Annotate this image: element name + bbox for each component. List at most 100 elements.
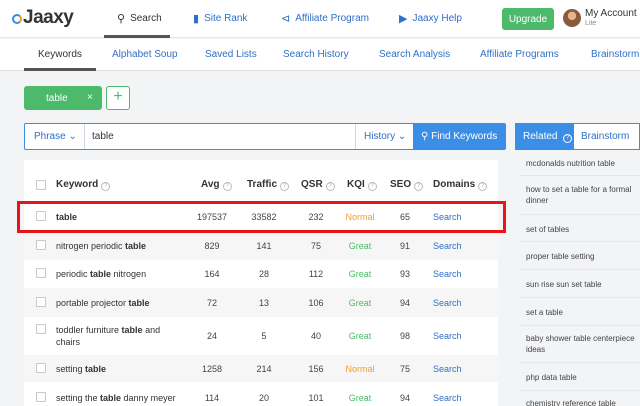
row-checkbox[interactable] bbox=[36, 363, 46, 373]
chevron-down-icon: ⌄ bbox=[397, 131, 407, 142]
seo-cell: 94 bbox=[399, 298, 410, 308]
bar-chart-icon: ▮ bbox=[193, 13, 200, 25]
traffic-cell: 28 bbox=[258, 269, 269, 279]
keyword-cell[interactable]: portable projector table bbox=[56, 297, 150, 309]
table-row[interactable]: portable projector table 72 13 106 Great… bbox=[24, 288, 498, 317]
tab-keywords[interactable]: Keywords bbox=[38, 49, 82, 60]
qsr-cell: 101 bbox=[308, 393, 324, 403]
table-row[interactable]: setting table 1258 214 156 Normal 75 Sea… bbox=[24, 355, 498, 382]
list-item[interactable]: mcdonalds nutrition table bbox=[520, 150, 640, 176]
search-bar: Phrase ⌄ History ⌄ ⚲ Find Keywords bbox=[24, 123, 506, 150]
col-header-traffic[interactable]: Traffic? bbox=[247, 179, 290, 191]
list-item[interactable]: chemistry reference table bbox=[520, 392, 640, 406]
kqi-cell: Normal bbox=[345, 364, 375, 374]
table-row[interactable]: setting the table danny meyer 114 20 101… bbox=[24, 383, 498, 406]
domains-search-link[interactable]: Search bbox=[433, 298, 462, 308]
help-icon[interactable]: ? bbox=[367, 182, 377, 191]
nav-affiliate-program[interactable]: ⊲ Affiliate Program bbox=[281, 12, 369, 25]
phrase-dropdown[interactable]: Phrase ⌄ bbox=[25, 124, 85, 149]
list-item[interactable]: php data table bbox=[520, 364, 640, 391]
help-icon[interactable]: ? bbox=[222, 182, 232, 191]
list-item[interactable]: baby shower table centerpiece ideas bbox=[520, 327, 640, 363]
row-checkbox[interactable] bbox=[36, 240, 46, 250]
kqi-cell: Great bbox=[348, 269, 372, 279]
keyword-cell[interactable]: toddler furniture table and chairs bbox=[56, 324, 160, 348]
seo-cell: 94 bbox=[399, 393, 410, 403]
nav-search[interactable]: ⚲ Search bbox=[117, 12, 162, 25]
list-item[interactable]: set of tables bbox=[520, 216, 640, 242]
results-table: Keyword? Avg? Traffic? QSR? KQI? SEO? Do… bbox=[24, 160, 498, 406]
col-header-kqi[interactable]: KQI? bbox=[347, 179, 377, 191]
select-all-checkbox[interactable] bbox=[36, 180, 46, 190]
highlight-box bbox=[17, 201, 506, 233]
col-header-seo[interactable]: SEO? bbox=[390, 179, 424, 191]
logo-swoosh-icon bbox=[12, 14, 22, 24]
chip-label: table bbox=[46, 93, 68, 104]
table-row[interactable]: periodic table nitrogen 164 28 112 Great… bbox=[24, 260, 498, 288]
list-item[interactable]: set a table bbox=[520, 299, 640, 326]
row-checkbox[interactable] bbox=[36, 324, 46, 334]
tab-brainstorm-panel[interactable]: Brainstorm bbox=[581, 131, 629, 142]
play-circle-icon: ▶ bbox=[399, 13, 408, 25]
seo-cell: 75 bbox=[399, 364, 410, 374]
account-plan: Lite bbox=[585, 20, 597, 27]
table-row[interactable]: nitrogen periodic table 829 141 75 Great… bbox=[24, 232, 498, 260]
tab-saved-lists[interactable]: Saved Lists bbox=[205, 49, 257, 60]
sub-navigation: Keywords Alphabet Soup Saved Lists Searc… bbox=[0, 39, 640, 71]
keyword-chip[interactable]: table × bbox=[24, 86, 102, 110]
search-icon: ⚲ bbox=[421, 131, 429, 142]
domains-search-link[interactable]: Search bbox=[433, 269, 462, 279]
nav-jaaxy-help[interactable]: ▶ Jaaxy Help bbox=[399, 12, 462, 25]
qsr-cell: 112 bbox=[308, 269, 324, 279]
domains-search-link[interactable]: Search bbox=[433, 331, 462, 341]
list-item[interactable]: sun rise sun set table bbox=[520, 271, 640, 298]
tab-search-analysis[interactable]: Search Analysis bbox=[379, 49, 450, 60]
chevron-down-icon: ⌄ bbox=[68, 131, 77, 142]
row-checkbox[interactable] bbox=[36, 392, 46, 402]
help-icon[interactable]: ? bbox=[563, 134, 573, 143]
add-keyword-button[interactable]: + bbox=[106, 86, 130, 110]
col-header-domains[interactable]: Domains? bbox=[433, 179, 488, 191]
kqi-cell: Great bbox=[348, 298, 372, 308]
row-checkbox[interactable] bbox=[36, 297, 46, 307]
account-name[interactable]: My Account bbox=[585, 8, 637, 19]
seo-cell: 93 bbox=[399, 269, 410, 279]
find-keywords-button[interactable]: ⚲ Find Keywords bbox=[413, 123, 506, 150]
tab-brainstorm[interactable]: Brainstorm bbox=[591, 49, 639, 60]
qsr-cell: 106 bbox=[308, 298, 324, 308]
keyword-cell[interactable]: setting table bbox=[56, 363, 106, 375]
domains-search-link[interactable]: Search bbox=[433, 393, 462, 403]
keyword-cell[interactable]: setting the table danny meyer bbox=[56, 392, 176, 404]
kqi-cell: Great bbox=[348, 241, 372, 251]
help-icon[interactable]: ? bbox=[325, 182, 335, 191]
search-input[interactable] bbox=[86, 125, 354, 148]
help-icon[interactable]: ? bbox=[101, 182, 111, 191]
upgrade-button[interactable]: Upgrade bbox=[502, 8, 554, 30]
avg-cell: 72 bbox=[206, 298, 217, 308]
jaaxy-logo[interactable]: Jaaxy bbox=[12, 7, 74, 29]
history-dropdown[interactable]: History ⌄ bbox=[355, 124, 413, 149]
keyword-cell[interactable]: nitrogen periodic table bbox=[56, 240, 146, 252]
list-item[interactable]: how to set a table for a formal dinner bbox=[520, 177, 640, 215]
keyword-cell[interactable]: periodic table nitrogen bbox=[56, 268, 146, 280]
help-icon[interactable]: ? bbox=[280, 182, 290, 191]
domains-search-link[interactable]: Search bbox=[433, 364, 462, 374]
list-item[interactable]: proper table setting bbox=[520, 243, 640, 270]
avatar[interactable] bbox=[563, 9, 581, 27]
help-icon[interactable]: ? bbox=[414, 182, 424, 191]
share-icon: ⊲ bbox=[281, 13, 291, 25]
tab-alphabet-soup[interactable]: Alphabet Soup bbox=[112, 49, 178, 60]
close-icon[interactable]: × bbox=[87, 92, 93, 103]
nav-site-rank[interactable]: ▮ Site Rank bbox=[193, 12, 247, 25]
col-header-keyword[interactable]: Keyword? bbox=[56, 179, 111, 191]
domains-search-link[interactable]: Search bbox=[433, 241, 462, 251]
tab-related[interactable]: Related ? bbox=[516, 124, 574, 149]
row-checkbox[interactable] bbox=[36, 268, 46, 278]
table-row[interactable]: toddler furniture table and chairs 24 5 4… bbox=[24, 317, 498, 355]
col-header-avg[interactable]: Avg? bbox=[201, 179, 232, 191]
avg-cell: 24 bbox=[206, 331, 217, 341]
tab-affiliate-programs[interactable]: Affiliate Programs bbox=[480, 49, 559, 60]
col-header-qsr[interactable]: QSR? bbox=[301, 179, 335, 191]
tab-search-history[interactable]: Search History bbox=[283, 49, 349, 60]
help-icon[interactable]: ? bbox=[478, 182, 488, 191]
